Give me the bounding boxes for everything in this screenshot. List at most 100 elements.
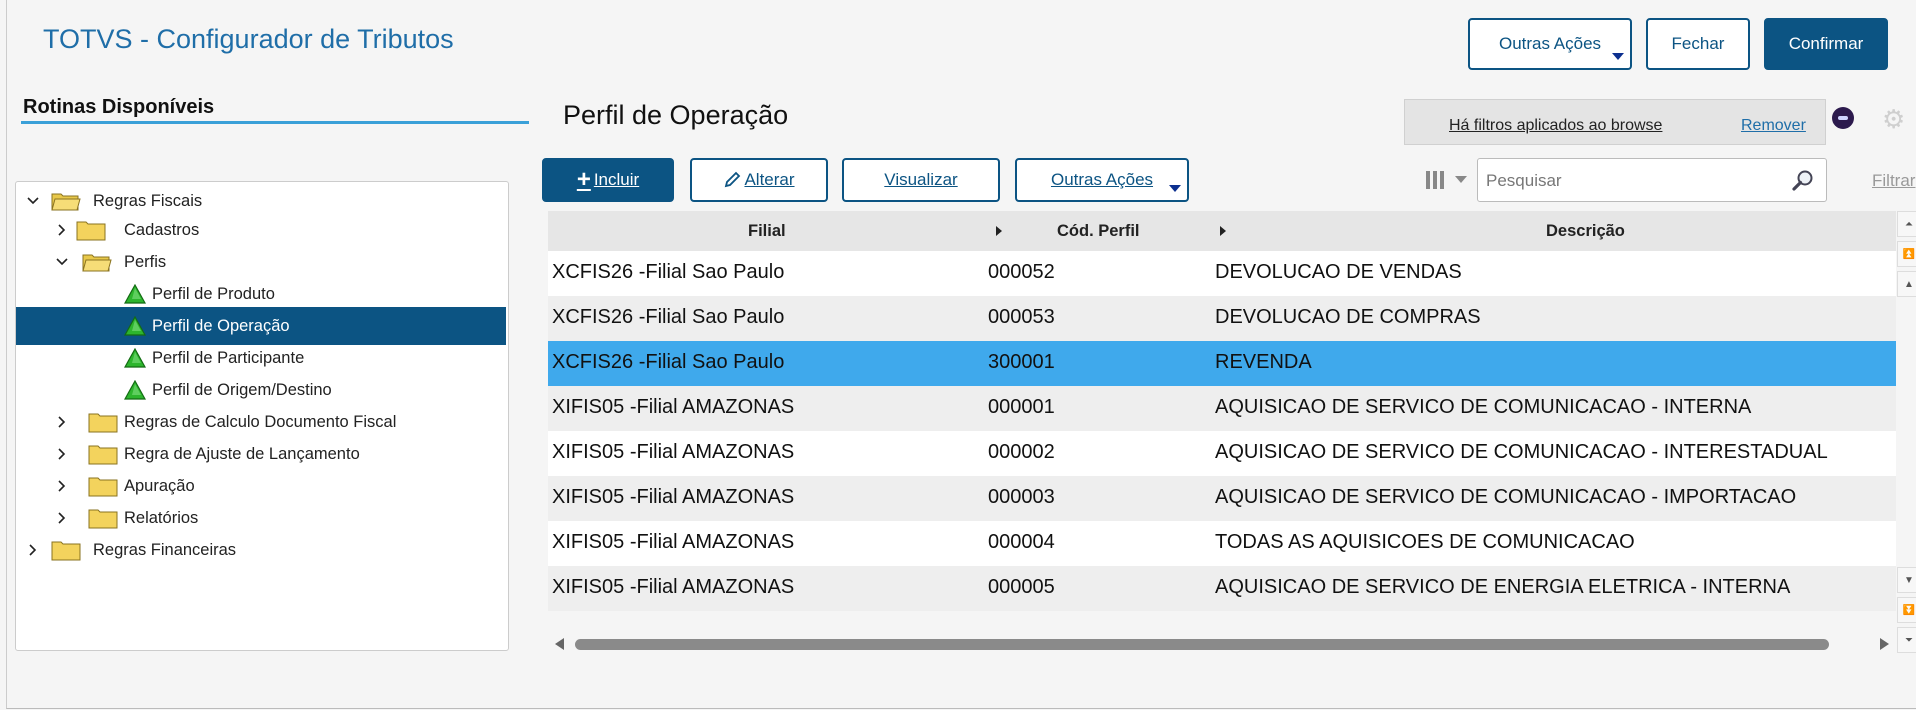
chevron-right-icon[interactable] [53, 509, 71, 527]
cell-cod-perfil: 000052 [988, 261, 1055, 283]
routine-tree: Regras Fiscais Cadastros Perfis Perfil d… [15, 181, 509, 651]
tree-label: Regras Financeiras [93, 540, 237, 559]
incluir-button[interactable]: + Incluir [542, 158, 674, 202]
sidebar-title: Rotinas Disponíveis [23, 96, 215, 118]
tree-label: Relatórios [124, 508, 199, 527]
folder-open-icon [82, 254, 112, 272]
cell-filial: XCFIS26 -Filial Sao Paulo [552, 261, 785, 283]
data-grid: Filial Cód. Perfil Descrição XCFIS26 -Fi… [548, 211, 1896, 611]
search-input[interactable] [1484, 169, 1778, 193]
app-title: TOTVS - Configurador de Tributos [43, 24, 454, 54]
cell-filial: XCFIS26 -Filial Sao Paulo [552, 351, 785, 373]
tree-label: Perfil de Origem/Destino [152, 380, 332, 399]
table-row[interactable]: XCFIS26 -Filial Sao Paulo 000053 DEVOLUC… [548, 296, 1896, 341]
table-row-selected[interactable]: XCFIS26 -Filial Sao Paulo 300001 REVENDA [548, 341, 1896, 386]
cell-descricao: AQUISICAO DE SERVICO DE COMUNICACAO - IN… [1215, 441, 1828, 463]
columns-toggle-button[interactable] [1418, 160, 1474, 200]
scroll-page-down-icon[interactable]: ⏬ [1897, 597, 1916, 623]
scroll-down-icon[interactable]: ▼ [1897, 567, 1916, 593]
filtrar-link[interactable]: Filtrar [1872, 171, 1915, 191]
tree-label: Regra de Ajuste de Lançamento [124, 444, 360, 463]
fechar-button[interactable]: Fechar [1646, 18, 1750, 70]
page-title: Perfil de Operação [563, 100, 789, 130]
chevron-right-icon[interactable] [53, 413, 71, 431]
chevron-down-icon [1169, 185, 1181, 192]
tree-node-regras-financeiras[interactable]: Regras Financeiras [16, 531, 506, 569]
alterar-button[interactable]: Alterar [690, 158, 828, 202]
column-sort-icon[interactable] [996, 226, 1002, 236]
gear-icon[interactable]: ⚙ [1882, 104, 1905, 135]
fechar-label: Fechar [1671, 34, 1725, 53]
cell-filial: XIFIS05 -Filial AMAZONAS [552, 531, 795, 553]
cell-cod-perfil: 000005 [988, 576, 1055, 598]
chevron-down-icon [1612, 53, 1624, 60]
outras-acoes-label: Outras Ações [1050, 170, 1154, 189]
scroll-up-icon[interactable]: ▲ [1897, 271, 1916, 297]
folder-icon [88, 509, 118, 529]
triangle-status-icon [124, 348, 146, 368]
alterar-label: Alterar [744, 170, 795, 189]
cell-descricao: AQUISICAO DE SERVICO DE COMUNICACAO - IM… [1215, 486, 1797, 508]
filter-notice-link[interactable]: Há filtros aplicados ao browse [1449, 117, 1662, 135]
column-header-filial[interactable]: Filial [748, 222, 786, 241]
visualizar-button[interactable]: Visualizar [842, 158, 1000, 202]
cell-descricao: REVENDA [1215, 351, 1312, 373]
column-header-cod-perfil[interactable]: Cód. Perfil [1057, 222, 1140, 241]
header-outras-acoes-button[interactable]: Outras Ações [1468, 18, 1632, 70]
confirmar-button[interactable]: Confirmar [1764, 18, 1888, 70]
table-row[interactable]: XIFIS05 -Filial AMAZONAS 000005 AQUISICA… [548, 566, 1896, 611]
search-icon[interactable] [1792, 169, 1814, 191]
cell-filial: XIFIS05 -Filial AMAZONAS [552, 441, 795, 463]
sidebar-title-underline [21, 121, 529, 124]
tree-label: Regras Fiscais [93, 191, 203, 210]
user-menu-icon[interactable] [1832, 107, 1854, 129]
folder-icon [88, 445, 118, 465]
table-row[interactable]: XIFIS05 -Filial AMAZONAS 000002 AQUISICA… [548, 431, 1896, 476]
cell-cod-perfil: 000004 [988, 531, 1055, 553]
chevron-right-icon[interactable] [53, 477, 71, 495]
vertical-scrollbar[interactable]: ⏶ ⏫ ▲ ▼ ⏬ ⏷ [1897, 211, 1916, 661]
incluir-label: Incluir [593, 170, 640, 189]
tree-label: Cadastros [124, 220, 200, 239]
scroll-right-icon[interactable] [1880, 638, 1889, 650]
tree-label: Perfil de Produto [152, 284, 275, 303]
tree-label: Perfil de Participante [152, 348, 305, 367]
horizontal-scroll-thumb[interactable] [575, 639, 1829, 650]
cell-descricao: TODAS AS AQUISICOES DE COMUNICACAO [1215, 531, 1635, 553]
chevron-right-icon[interactable] [53, 221, 71, 239]
cell-descricao: AQUISICAO DE SERVICO DE ENERGIA ELETRICA… [1215, 576, 1791, 598]
visualizar-label: Visualizar [884, 170, 958, 189]
scroll-bottom-icon[interactable]: ⏷ [1897, 627, 1916, 653]
chevron-down-icon[interactable] [24, 192, 42, 210]
header-outras-acoes-label: Outras Ações [1498, 34, 1602, 53]
remover-filter-link[interactable]: Remover [1741, 117, 1806, 135]
cell-filial: XCFIS26 -Filial Sao Paulo [552, 306, 785, 328]
triangle-status-icon [124, 316, 146, 336]
table-row[interactable]: XIFIS05 -Filial AMAZONAS 000001 AQUISICA… [548, 386, 1896, 431]
scroll-left-icon[interactable] [555, 638, 564, 650]
column-sort-icon[interactable] [1220, 226, 1226, 236]
folder-icon [88, 413, 118, 433]
outras-acoes-button[interactable]: Outras Ações [1015, 158, 1189, 202]
chevron-right-icon[interactable] [53, 445, 71, 463]
cell-cod-perfil: 000003 [988, 486, 1055, 508]
scroll-top-icon[interactable]: ⏶ [1897, 211, 1916, 237]
column-header-descricao[interactable]: Descrição [1546, 222, 1625, 241]
plus-icon: + [576, 166, 591, 193]
chevron-down-icon[interactable] [53, 253, 71, 271]
triangle-status-icon [124, 380, 146, 400]
grid-header: Filial Cód. Perfil Descrição [548, 211, 1896, 251]
chevron-right-icon[interactable] [24, 541, 42, 559]
folder-open-icon [51, 193, 81, 211]
cell-filial: XIFIS05 -Filial AMAZONAS [552, 576, 795, 598]
table-row[interactable]: XIFIS05 -Filial AMAZONAS 000003 AQUISICA… [548, 476, 1896, 521]
scroll-page-up-icon[interactable]: ⏫ [1897, 241, 1916, 267]
cell-cod-perfil: 000001 [988, 396, 1055, 418]
cell-descricao: DEVOLUCAO DE VENDAS [1215, 261, 1462, 283]
tree-label: Apuração [124, 476, 195, 495]
table-row[interactable]: XCFIS26 -Filial Sao Paulo 000052 DEVOLUC… [548, 251, 1896, 296]
table-row[interactable]: XIFIS05 -Filial AMAZONAS 000004 TODAS AS… [548, 521, 1896, 566]
cell-cod-perfil: 000053 [988, 306, 1055, 328]
horizontal-scrollbar[interactable] [553, 636, 1893, 652]
search-box [1477, 158, 1827, 202]
